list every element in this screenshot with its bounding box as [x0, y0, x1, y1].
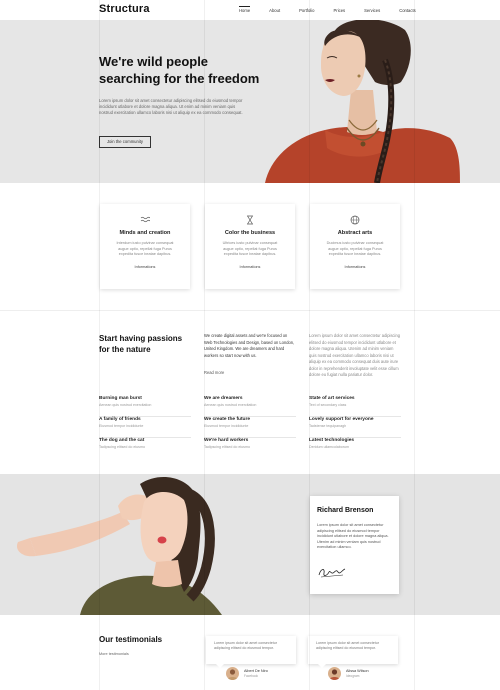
feature-title: Color the business	[224, 230, 276, 236]
author-name: Albert De Niro	[244, 669, 268, 673]
passions-list: Burning man burst Aenean quis nostrud exe…	[99, 396, 191, 459]
nav-about[interactable]: About	[269, 6, 280, 13]
passions-title: Start having passions for the nature	[99, 333, 194, 355]
nav-portfolio[interactable]: Portfolio	[299, 6, 314, 13]
nav-prices[interactable]: Prices	[334, 6, 346, 13]
logo[interactable]: Structura	[99, 3, 150, 15]
list-item-title: We are dreamers	[204, 396, 243, 401]
nav-contacts[interactable]: Contacts	[399, 6, 416, 13]
feature-title: Abstract arts	[337, 230, 373, 236]
list-item-title: The dog and the cat	[99, 438, 145, 443]
signature-image	[318, 568, 346, 578]
feature-text: Ducimus iusto pulvinar consequat augue o…	[326, 241, 384, 257]
list-item-sub: Aenean quis nostrud exercitation	[204, 403, 257, 407]
feature-link[interactable]: Informations	[205, 265, 295, 269]
list-item-sub: Eiusmod tempor incididunte	[99, 424, 144, 428]
feature-card: Color the business Ultrices iusto pulvin…	[205, 204, 295, 289]
list-item: Lovely support for everyone Tadstense teq…	[309, 417, 401, 438]
passions-list: State of art services Text of secondary c…	[309, 396, 401, 459]
list-item-sub: Aenean quis nostrud exercitation	[99, 403, 152, 407]
list-item: Burning man burst Aenean quis nostrud exe…	[99, 396, 191, 417]
author-name: Alissa Wilson	[346, 669, 369, 673]
list-item: We are dreamers Aenean quis nostrud exerc…	[204, 396, 296, 417]
passions-section: Start having passions for the nature We …	[0, 310, 500, 474]
profile-woman-photo	[16, 477, 222, 615]
feature-card: Minds and creation Interdum iusto pulvin…	[100, 204, 190, 289]
testimonial-author: Alissa Wilson Ideogram	[328, 667, 369, 680]
feature-text: Ultrices iusto pulvinar consequat augue …	[222, 241, 278, 257]
list-item-title: We create the future	[204, 417, 251, 422]
profile-card: Richard Brenson Lorem ipsum dolor sit am…	[310, 496, 399, 594]
passions-title-line1: Start having passions	[99, 334, 183, 343]
list-item-sub: Deridum ullamcolaborum	[309, 445, 349, 449]
list-item-sub: Tadipscing elitsed do eiusmo	[99, 445, 145, 449]
avatar	[328, 667, 341, 680]
list-item-sub: Tadstense tequipanagh	[309, 424, 347, 428]
speech-tail	[318, 664, 326, 668]
avatar	[226, 667, 239, 680]
passions-list: We are dreamers Aenean quis nostrud exerc…	[204, 396, 296, 459]
join-community-button[interactable]: Join the community	[99, 136, 151, 148]
list-item-title: Latest technologies	[309, 438, 355, 443]
list-item-title: State of art services	[309, 396, 355, 401]
hourglass-icon	[246, 215, 254, 225]
testimonial-text: Lorem ipsum dolor sit amet consectetur a…	[214, 641, 277, 651]
list-item: We create the future Eiusmod tempor incid…	[204, 417, 296, 438]
feature-link[interactable]: Informations	[100, 265, 190, 269]
list-item-title: Lovely support for everyone	[309, 417, 374, 422]
feature-card: Abstract arts Ducimus iusto pulvinar con…	[310, 204, 400, 289]
read-more-link[interactable]: Read more	[204, 370, 224, 375]
list-item-title: A family of friends	[99, 417, 141, 422]
feature-text: Interdum iusto pulvinar consequat augue …	[116, 241, 174, 257]
list-item-title: Burning man burst	[99, 396, 142, 401]
hero-description: Lorem ipsum dolor sit amet consectetur a…	[99, 98, 243, 115]
globe-icon	[350, 215, 360, 225]
testimonial-card: Lorem ipsum dolor sit amet consectetur a…	[206, 636, 296, 668]
list-item: We're hard workers Tadipscing elitsed do …	[204, 438, 296, 459]
features-section: Minds and creation Interdum iusto pulvin…	[0, 183, 500, 310]
profile-section: Richard Brenson Lorem ipsum dolor sit am…	[0, 474, 500, 615]
list-item-sub: Text of secondary class	[309, 403, 347, 407]
profile-bio: Lorem ipsum dolor sit amet consectetur a…	[317, 523, 389, 550]
passions-intro-text: We create digital assets and we're focus…	[204, 333, 295, 358]
passions-body-text: Lorem ipsum dolor sit amet consectetur a…	[309, 333, 401, 377]
list-item: Latest technologies Deridum ullamcolaboru…	[309, 438, 401, 459]
author-role: Ideogram	[346, 674, 360, 678]
list-item: State of art services Text of secondary c…	[309, 396, 401, 417]
hero-title-line1: We're wild people	[99, 54, 209, 69]
testimonials-section: Our testimonials More testimonials Lorem…	[0, 615, 500, 690]
list-item-sub: Eiusmod tempor incididunte	[204, 424, 249, 428]
hero-title: We're wild people searching for the free…	[99, 54, 289, 87]
hero-section: We're wild people searching for the free…	[0, 20, 500, 183]
testimonial-author: Albert De Niro Facebook	[226, 667, 268, 680]
passions-title-line2: for the nature	[99, 345, 151, 354]
list-item: The dog and the cat Tadipscing elitsed do…	[99, 438, 191, 459]
profile-name: Richard Brenson	[317, 507, 374, 514]
testimonial-text: Lorem ipsum dolor sit amet consectetur a…	[316, 641, 379, 651]
feature-link[interactable]: Informations	[310, 265, 400, 269]
list-item-sub: Tadipscing elitsed do eiusmo	[204, 445, 250, 449]
hero-title-line2: searching for the freedom	[99, 70, 260, 86]
speech-tail	[216, 664, 224, 668]
waves-icon	[140, 216, 150, 223]
testimonial-card: Lorem ipsum dolor sit amet consectetur a…	[308, 636, 398, 668]
nav-home[interactable]: Home	[239, 6, 251, 13]
list-item: A family of friends Eiusmod tempor incidi…	[99, 417, 191, 438]
main-nav: Home About Portfolio Prices Services Con…	[239, 6, 435, 13]
nav-services[interactable]: Services	[364, 6, 380, 13]
list-item-title: We're hard workers	[204, 438, 249, 443]
author-role: Facebook	[244, 674, 258, 678]
hero-woman-photo	[265, 20, 460, 183]
more-testimonials-link[interactable]: More testimonials	[99, 652, 129, 656]
feature-title: Minds and creation	[119, 230, 171, 236]
site-header: Structura Home About Portfolio Prices Se…	[0, 0, 500, 20]
testimonials-title: Our testimonials	[99, 635, 163, 644]
